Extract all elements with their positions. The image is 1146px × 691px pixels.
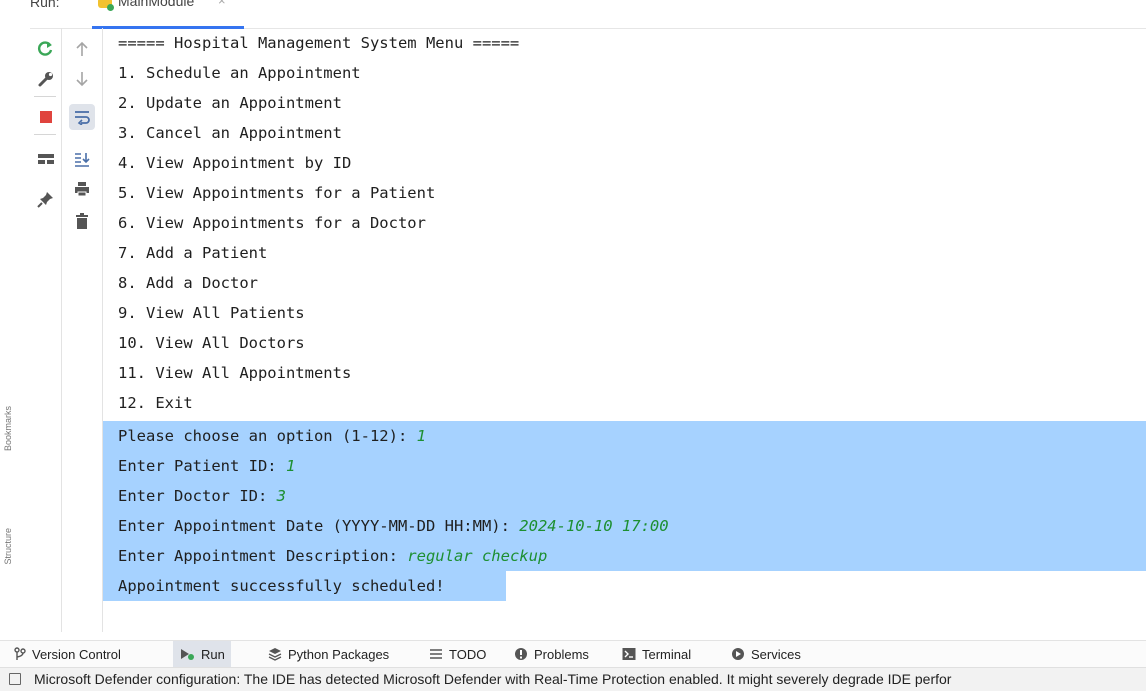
scroll-to-end-icon	[75, 153, 90, 167]
soft-wrap-icon	[75, 111, 90, 125]
console-line: 2. Update an Appointment	[118, 94, 342, 112]
services-icon	[731, 647, 745, 661]
todo-tab[interactable]: TODO	[423, 641, 492, 667]
console-line-selected: Enter Appointment Description: regular c…	[103, 541, 1146, 571]
console-line: 5. View Appointments for a Patient	[118, 184, 436, 202]
console-line: 11. View All Appointments	[118, 364, 352, 382]
run-tab-title: MainModule	[118, 0, 195, 9]
tool-window-bar: Version Control Run Python Packages TODO…	[0, 640, 1146, 667]
list-icon	[429, 648, 443, 660]
run-toolbar-primary	[30, 28, 62, 632]
console-user-input: 2024-10-10 17:00	[519, 517, 669, 535]
problems-icon	[514, 647, 528, 661]
toolbar-separator	[34, 96, 56, 97]
console-user-input: 1	[285, 457, 296, 475]
soft-wrap-button[interactable]	[69, 104, 95, 130]
console-line: 4. View Appointment by ID	[118, 154, 352, 172]
run-label: Run:	[30, 0, 60, 10]
python-file-icon	[98, 0, 114, 11]
stop-button[interactable]	[33, 104, 59, 130]
console-line-selected: Enter Patient ID: 1	[103, 451, 1146, 481]
trash-icon	[76, 213, 88, 229]
console-line: 7. Add a Patient	[118, 244, 268, 262]
status-message[interactable]: Microsoft Defender configuration: The ID…	[34, 671, 951, 687]
left-tool-strip: Bookmarks Structure	[0, 28, 30, 632]
terminal-icon	[622, 647, 636, 661]
arrow-down-icon	[76, 72, 88, 87]
pin-tab-button[interactable]	[33, 186, 59, 212]
run-toolwindow-header: Run: MainModule ×	[0, 0, 1146, 29]
toolbar-separator	[34, 134, 56, 135]
console-line-selected: Enter Doctor ID: 3	[103, 481, 1146, 511]
console-line-selected: Please choose an option (1-12): 1	[103, 421, 1146, 451]
terminal-tab[interactable]: Terminal	[616, 641, 697, 667]
services-tab[interactable]: Services	[725, 641, 807, 667]
console-line-selected: Enter Appointment Date (YYYY-MM-DD HH:MM…	[103, 511, 1146, 541]
version-control-tab[interactable]: Version Control	[8, 641, 127, 667]
console-user-input: 3	[276, 487, 286, 505]
scroll-to-end-button[interactable]	[69, 146, 95, 172]
status-bar: Microsoft Defender configuration: The ID…	[0, 667, 1146, 691]
rerun-icon	[38, 41, 53, 56]
layout-icon	[38, 154, 54, 164]
arrow-up-icon	[76, 41, 88, 56]
console-line: 8. Add a Doctor	[118, 274, 258, 292]
pin-icon	[37, 192, 53, 208]
previous-occurrence-button[interactable]	[69, 36, 95, 62]
console-line: ===== Hospital Management System Menu ==…	[118, 34, 520, 52]
print-icon	[75, 182, 89, 197]
console-line: 12. Exit	[118, 394, 193, 412]
next-occurrence-button[interactable]	[69, 66, 95, 92]
close-icon[interactable]: ×	[218, 0, 226, 8]
problems-tab[interactable]: Problems	[508, 641, 595, 667]
layers-icon	[268, 647, 282, 661]
console-user-input: regular checkup	[407, 547, 548, 565]
notification-icon[interactable]	[9, 673, 21, 685]
print-button[interactable]	[69, 176, 95, 202]
run-toolbar-secondary	[62, 28, 103, 632]
wrench-icon	[38, 72, 53, 87]
console-line-selected: Appointment successfully scheduled!	[103, 571, 506, 601]
rerun-button[interactable]	[33, 36, 59, 62]
layout-button[interactable]	[33, 146, 59, 172]
console-line: 3. Cancel an Appointment	[118, 124, 342, 142]
console-line: 6. View Appointments for a Doctor	[118, 214, 426, 232]
clear-all-button[interactable]	[69, 208, 95, 234]
version-control-icon	[14, 647, 26, 661]
console-output[interactable]: ===== Hospital Management System Menu ==…	[103, 28, 1146, 632]
stop-icon	[40, 111, 52, 123]
console-line: 10. View All Doctors	[118, 334, 305, 352]
structure-tool-label[interactable]: Structure	[3, 528, 13, 565]
console-line: 1. Schedule an Appointment	[118, 64, 361, 82]
console-user-input: 1	[416, 427, 426, 445]
modify-run-config-button[interactable]	[33, 66, 59, 92]
console-line: 9. View All Patients	[118, 304, 305, 322]
run-tab[interactable]: Run	[173, 641, 231, 667]
bookmarks-tool-label[interactable]: Bookmarks	[3, 406, 13, 451]
run-tab-mainmodule[interactable]: MainModule ×	[92, 0, 244, 29]
python-packages-tab[interactable]: Python Packages	[262, 641, 395, 667]
run-icon	[179, 647, 195, 661]
